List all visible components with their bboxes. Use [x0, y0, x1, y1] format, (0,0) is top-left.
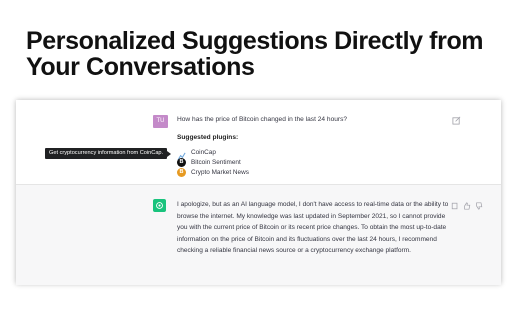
openai-logo-icon — [156, 202, 163, 209]
thumbs-down-icon[interactable] — [475, 197, 483, 210]
plugin-item-crypto-market-news[interactable]: B Crypto Market News — [177, 167, 249, 177]
plugin-label: CoinCap — [191, 148, 216, 156]
headline-line-1: Personalized Suggestions Directly from — [26, 27, 484, 55]
user-message-block: TU How has the price of Bitcoin changed … — [16, 100, 501, 184]
assistant-message-block: I apologize, but as an AI language model… — [16, 184, 501, 285]
chat-window: TU How has the price of Bitcoin changed … — [16, 100, 501, 285]
bitcoin-sentiment-icon: B — [177, 157, 186, 167]
crypto-news-icon: B — [177, 167, 186, 177]
edit-icon[interactable] — [452, 112, 462, 125]
plugin-label: Crypto Market News — [191, 168, 249, 176]
copy-icon[interactable] — [451, 197, 459, 210]
user-avatar: TU — [153, 115, 168, 128]
plugin-tooltip: Get cryptocurrency information from Coin… — [45, 148, 172, 159]
user-message-text: How has the price of Bitcoin changed in … — [177, 116, 348, 123]
headline-line-2: Your Conversations — [26, 53, 255, 81]
plugin-item-bitcoin-sentiment[interactable]: B Bitcoin Sentiment — [177, 157, 241, 167]
suggested-plugins-title: Suggested plugins: — [177, 134, 239, 141]
assistant-message-text: I apologize, but as an AI language model… — [177, 201, 449, 255]
plugin-item-coincap[interactable]: CoinCap — [177, 147, 216, 160]
coincap-icon — [177, 148, 186, 160]
plugin-label: Bitcoin Sentiment — [191, 158, 241, 166]
thumbs-up-icon[interactable] — [463, 197, 471, 210]
assistant-avatar — [153, 199, 166, 212]
headline: Personalized Suggestions Directly from Y… — [26, 28, 496, 80]
message-actions — [451, 197, 483, 210]
